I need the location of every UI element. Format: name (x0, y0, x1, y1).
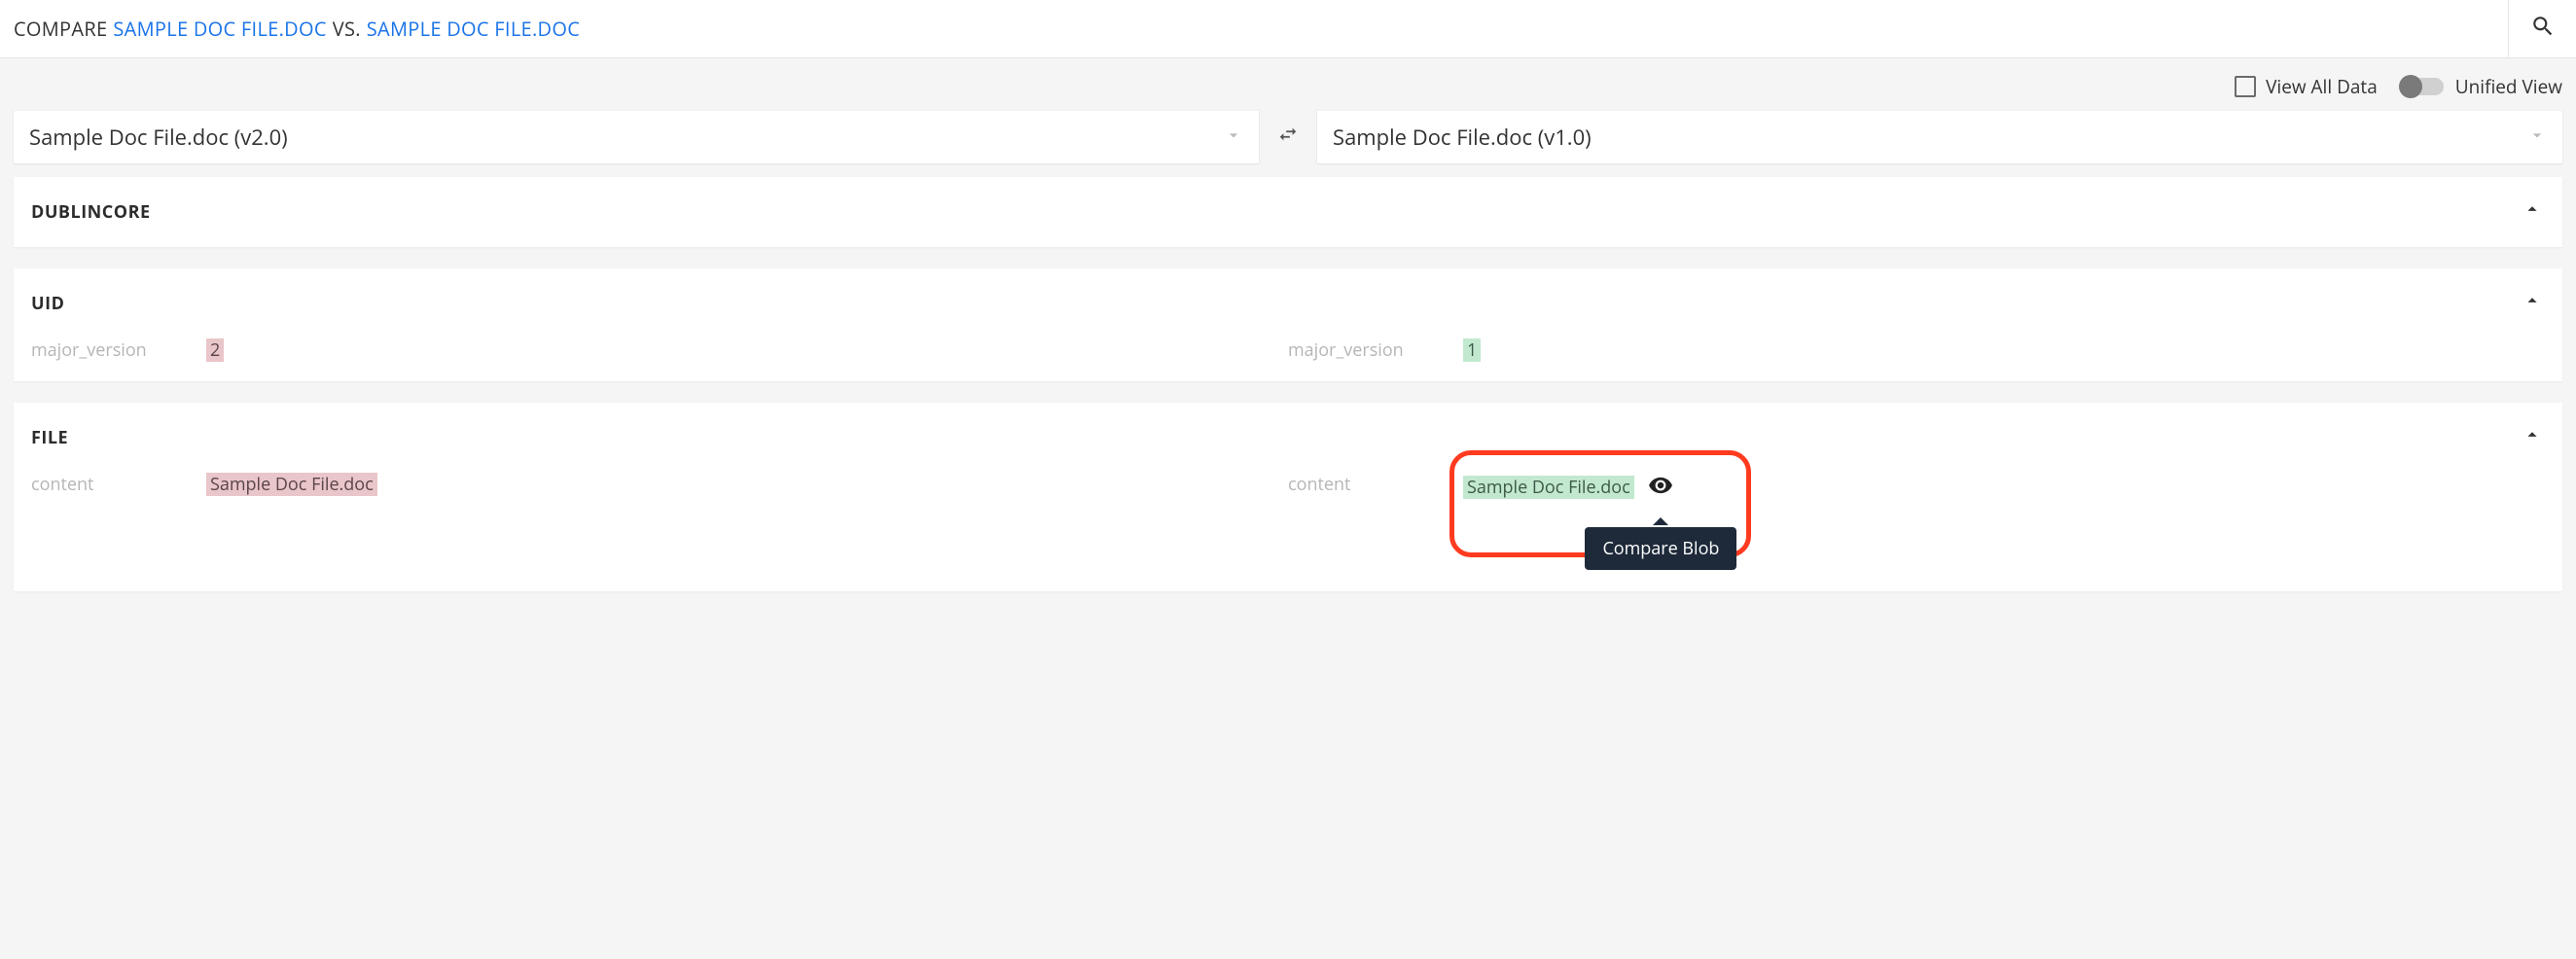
right-version-select[interactable]: Sample Doc File.doc (v1.0) (1317, 111, 2562, 163)
file-panel: FILE content Sample Doc File.doc content… (14, 403, 2562, 591)
left-version-value: Sample Doc File.doc (v2.0) (29, 123, 288, 152)
uid-right-value: 1 (1463, 338, 1481, 362)
file-right-key: content (1288, 473, 1463, 504)
uid-panel-header[interactable]: UID (14, 268, 2562, 338)
file-left-key: content (31, 473, 206, 496)
uid-title: UID (31, 292, 64, 315)
chevron-up-icon (2522, 198, 2543, 226)
left-version-select[interactable]: Sample Doc File.doc (v2.0) (14, 111, 1259, 163)
chevron-up-icon (2522, 290, 2543, 317)
dublincore-title: DUBLINCORE (31, 200, 151, 224)
file-right-value: Sample Doc File.doc (1463, 476, 1634, 499)
toggle-knob (2399, 75, 2422, 98)
file-diff-row: content Sample Doc File.doc content Samp… (31, 473, 2545, 504)
compare-doc-left-link[interactable]: SAMPLE DOC FILE.DOC (113, 16, 326, 42)
right-version-value: Sample Doc File.doc (v1.0) (1333, 123, 1592, 152)
compare-vs: VS. (333, 16, 361, 42)
page-header: COMPARE SAMPLE DOC FILE.DOC VS. SAMPLE D… (0, 0, 2576, 58)
chevron-down-icon (1224, 123, 1243, 152)
unified-view-toggle[interactable]: Unified View (2401, 74, 2562, 99)
file-left-value: Sample Doc File.doc (206, 473, 377, 496)
uid-left-value: 2 (206, 338, 224, 362)
view-all-data-checkbox[interactable]: View All Data (2235, 74, 2378, 99)
swap-versions-button[interactable] (1259, 111, 1317, 163)
uid-left-key: major_version (31, 338, 206, 362)
file-panel-header[interactable]: FILE (14, 403, 2562, 473)
file-title: FILE (31, 426, 68, 449)
file-right-col: content Sample Doc File.doc (1288, 473, 2545, 504)
compare-doc-right-link[interactable]: SAMPLE DOC FILE.DOC (367, 16, 580, 42)
search-button[interactable] (2508, 0, 2576, 58)
chevron-down-icon (2527, 123, 2547, 152)
version-selectors: Sample Doc File.doc (v2.0) Sample Doc Fi… (0, 103, 2576, 177)
uid-panel: UID major_version 2 major_version 1 (14, 268, 2562, 381)
toggle-track (2401, 78, 2444, 95)
compare-title: COMPARE SAMPLE DOC FILE.DOC VS. SAMPLE D… (0, 16, 2508, 42)
file-panel-body: content Sample Doc File.doc content Samp… (14, 473, 2562, 523)
swap-icon (1277, 124, 1299, 151)
dublincore-panel-header[interactable]: DUBLINCORE (14, 177, 2562, 247)
view-controls: View All Data Unified View (0, 58, 2576, 103)
search-icon (2530, 14, 2556, 45)
unified-view-label: Unified View (2455, 74, 2562, 99)
dublincore-panel: DUBLINCORE (14, 177, 2562, 247)
uid-panel-body: major_version 2 major_version 1 (14, 338, 2562, 381)
compare-blob-button[interactable] (1648, 473, 1673, 504)
uid-right-col: major_version 1 (1288, 338, 2545, 362)
uid-right-key: major_version (1288, 338, 1463, 362)
uid-left-col: major_version 2 (31, 338, 1288, 362)
view-all-data-label: View All Data (2266, 74, 2378, 99)
chevron-up-icon (2522, 424, 2543, 451)
compare-prefix: COMPARE (14, 16, 107, 42)
uid-diff-row: major_version 2 major_version 1 (31, 338, 2545, 362)
compare-blob-tooltip: Compare Blob (1585, 527, 1736, 570)
eye-icon (1648, 473, 1673, 504)
checkbox-icon (2235, 76, 2256, 97)
file-left-col: content Sample Doc File.doc (31, 473, 1288, 496)
